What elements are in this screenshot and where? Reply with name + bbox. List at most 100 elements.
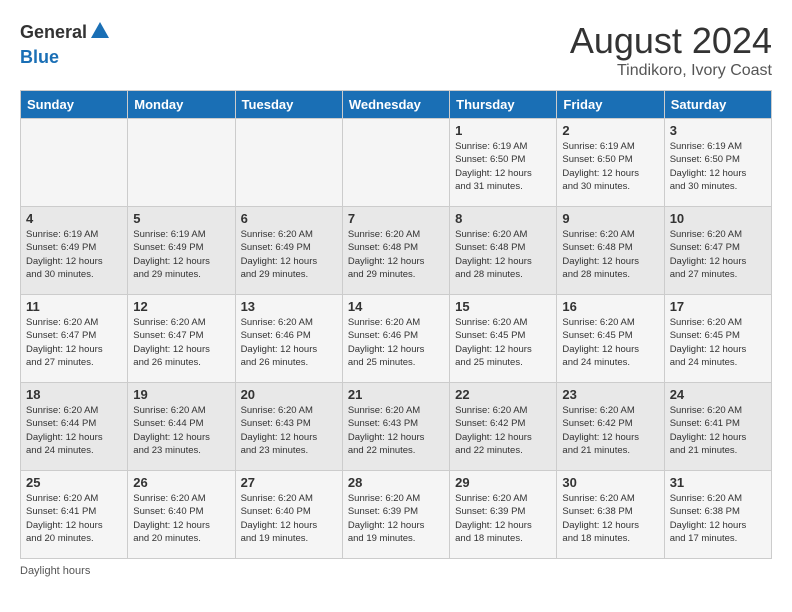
- calendar-cell: 26 Sunrise: 6:20 AM Sunset: 6:40 PM Dayli…: [128, 471, 235, 559]
- day-number: 25: [26, 475, 122, 490]
- day-number: 16: [562, 299, 658, 314]
- day-number: 30: [562, 475, 658, 490]
- calendar-cell: [128, 119, 235, 207]
- day-info: Sunrise: 6:20 AM Sunset: 6:49 PM Dayligh…: [241, 228, 337, 281]
- day-number: 19: [133, 387, 229, 402]
- day-info: Sunrise: 6:20 AM Sunset: 6:45 PM Dayligh…: [562, 316, 658, 369]
- calendar-cell: 11 Sunrise: 6:20 AM Sunset: 6:47 PM Dayli…: [21, 295, 128, 383]
- weekday-header-wednesday: Wednesday: [342, 91, 449, 119]
- calendar-cell: [342, 119, 449, 207]
- day-info: Sunrise: 6:20 AM Sunset: 6:43 PM Dayligh…: [241, 404, 337, 457]
- calendar-cell: 19Sunrise: 6:20 AM Sunset: 6:44 PM Dayli…: [128, 383, 235, 471]
- calendar-cell: 23 Sunrise: 6:20 AM Sunset: 6:42 PM Dayli…: [557, 383, 664, 471]
- day-number: 23: [562, 387, 658, 402]
- day-number: 22: [455, 387, 551, 402]
- day-number: 28: [348, 475, 444, 490]
- logo: General Blue: [20, 20, 111, 67]
- calendar-cell: 2 Sunrise: 6:19 AM Sunset: 6:50 PM Daylig…: [557, 119, 664, 207]
- day-number: 5: [133, 211, 229, 226]
- logo-text-general: General: [20, 22, 87, 42]
- day-info: Sunrise: 6:20 AM Sunset: 6:43 PM Dayligh…: [348, 404, 444, 457]
- day-number: 2: [562, 123, 658, 138]
- day-number: 9: [562, 211, 658, 226]
- weekday-header-monday: Monday: [128, 91, 235, 119]
- day-info: Sunrise: 6:20 AM Sunset: 6:45 PM Dayligh…: [455, 316, 551, 369]
- calendar-cell: [21, 119, 128, 207]
- footer-label: Daylight hours: [20, 565, 90, 577]
- day-number: 17: [670, 299, 766, 314]
- calendar-cell: 1 Sunrise: 6:19 AM Sunset: 6:50 PM Daylig…: [450, 119, 557, 207]
- calendar-cell: 21 Sunrise: 6:20 AM Sunset: 6:43 PM Dayli…: [342, 383, 449, 471]
- day-number: 11: [26, 299, 122, 314]
- calendar-cell: 5Sunrise: 6:19 AM Sunset: 6:49 PM Daylig…: [128, 207, 235, 295]
- week-row-5: 25 Sunrise: 6:20 AM Sunset: 6:41 PM Dayli…: [21, 471, 772, 559]
- day-number: 14: [348, 299, 444, 314]
- calendar-cell: 15 Sunrise: 6:20 AM Sunset: 6:45 PM Dayli…: [450, 295, 557, 383]
- calendar-cell: 13Sunrise: 6:20 AM Sunset: 6:46 PM Dayli…: [235, 295, 342, 383]
- day-number: 1: [455, 123, 551, 138]
- day-number: 6: [241, 211, 337, 226]
- day-number: 7: [348, 211, 444, 226]
- day-info: Sunrise: 6:20 AM Sunset: 6:41 PM Dayligh…: [670, 404, 766, 457]
- day-number: 10: [670, 211, 766, 226]
- day-info: Sunrise: 6:20 AM Sunset: 6:44 PM Dayligh…: [26, 404, 122, 457]
- weekday-row: SundayMondayTuesdayWednesdayThursdayFrid…: [21, 91, 772, 119]
- day-info: Sunrise: 6:20 AM Sunset: 6:47 PM Dayligh…: [26, 316, 122, 369]
- calendar-cell: 20 Sunrise: 6:20 AM Sunset: 6:43 PM Dayli…: [235, 383, 342, 471]
- day-number: 31: [670, 475, 766, 490]
- calendar-cell: 14 Sunrise: 6:20 AM Sunset: 6:46 PM Dayli…: [342, 295, 449, 383]
- calendar-cell: 25 Sunrise: 6:20 AM Sunset: 6:41 PM Dayli…: [21, 471, 128, 559]
- title-block: August 2024 Tindikoro, Ivory Coast: [570, 20, 772, 80]
- day-info: Sunrise: 6:19 AM Sunset: 6:50 PM Dayligh…: [562, 140, 658, 193]
- day-number: 15: [455, 299, 551, 314]
- day-info: Sunrise: 6:20 AM Sunset: 6:39 PM Dayligh…: [348, 492, 444, 545]
- calendar-subtitle: Tindikoro, Ivory Coast: [570, 62, 772, 80]
- calendar-table: SundayMondayTuesdayWednesdayThursdayFrid…: [20, 90, 772, 559]
- calendar-cell: 9 Sunrise: 6:20 AM Sunset: 6:48 PM Daylig…: [557, 207, 664, 295]
- day-info: Sunrise: 6:20 AM Sunset: 6:42 PM Dayligh…: [562, 404, 658, 457]
- day-info: Sunrise: 6:20 AM Sunset: 6:48 PM Dayligh…: [348, 228, 444, 281]
- footer: Daylight hours: [20, 565, 772, 577]
- calendar-cell: 22 Sunrise: 6:20 AM Sunset: 6:42 PM Dayli…: [450, 383, 557, 471]
- day-info: Sunrise: 6:20 AM Sunset: 6:42 PM Dayligh…: [455, 404, 551, 457]
- calendar-cell: 18 Sunrise: 6:20 AM Sunset: 6:44 PM Dayli…: [21, 383, 128, 471]
- day-number: 4: [26, 211, 122, 226]
- day-info: Sunrise: 6:20 AM Sunset: 6:46 PM Dayligh…: [348, 316, 444, 369]
- calendar-cell: [235, 119, 342, 207]
- day-number: 8: [455, 211, 551, 226]
- week-row-1: 1 Sunrise: 6:19 AM Sunset: 6:50 PM Daylig…: [21, 119, 772, 207]
- calendar-cell: 16 Sunrise: 6:20 AM Sunset: 6:45 PM Dayli…: [557, 295, 664, 383]
- day-number: 26: [133, 475, 229, 490]
- weekday-header-thursday: Thursday: [450, 91, 557, 119]
- weekday-header-tuesday: Tuesday: [235, 91, 342, 119]
- day-info: Sunrise: 6:19 AM Sunset: 6:50 PM Dayligh…: [670, 140, 766, 193]
- week-row-4: 18 Sunrise: 6:20 AM Sunset: 6:44 PM Dayli…: [21, 383, 772, 471]
- logo-icon: [89, 20, 111, 47]
- day-info: Sunrise: 6:20 AM Sunset: 6:48 PM Dayligh…: [562, 228, 658, 281]
- day-info: Sunrise: 6:20 AM Sunset: 6:38 PM Dayligh…: [562, 492, 658, 545]
- calendar-title: August 2024: [570, 20, 772, 62]
- day-number: 12: [133, 299, 229, 314]
- calendar-cell: 8 Sunrise: 6:20 AM Sunset: 6:48 PM Daylig…: [450, 207, 557, 295]
- day-info: Sunrise: 6:20 AM Sunset: 6:48 PM Dayligh…: [455, 228, 551, 281]
- calendar-cell: 7 Sunrise: 6:20 AM Sunset: 6:48 PM Daylig…: [342, 207, 449, 295]
- day-info: Sunrise: 6:19 AM Sunset: 6:50 PM Dayligh…: [455, 140, 551, 193]
- day-number: 29: [455, 475, 551, 490]
- day-number: 20: [241, 387, 337, 402]
- calendar-cell: 27Sunrise: 6:20 AM Sunset: 6:40 PM Dayli…: [235, 471, 342, 559]
- day-number: 18: [26, 387, 122, 402]
- day-number: 24: [670, 387, 766, 402]
- week-row-3: 11 Sunrise: 6:20 AM Sunset: 6:47 PM Dayli…: [21, 295, 772, 383]
- calendar-cell: 17Sunrise: 6:20 AM Sunset: 6:45 PM Dayli…: [664, 295, 771, 383]
- day-info: Sunrise: 6:19 AM Sunset: 6:49 PM Dayligh…: [26, 228, 122, 281]
- week-row-2: 4 Sunrise: 6:19 AM Sunset: 6:49 PM Daylig…: [21, 207, 772, 295]
- calendar-cell: 3Sunrise: 6:19 AM Sunset: 6:50 PM Daylig…: [664, 119, 771, 207]
- weekday-header-sunday: Sunday: [21, 91, 128, 119]
- day-info: Sunrise: 6:20 AM Sunset: 6:38 PM Dayligh…: [670, 492, 766, 545]
- calendar-header: SundayMondayTuesdayWednesdayThursdayFrid…: [21, 91, 772, 119]
- day-info: Sunrise: 6:20 AM Sunset: 6:41 PM Dayligh…: [26, 492, 122, 545]
- calendar-cell: 24 Sunrise: 6:20 AM Sunset: 6:41 PM Dayli…: [664, 383, 771, 471]
- day-number: 21: [348, 387, 444, 402]
- day-info: Sunrise: 6:20 AM Sunset: 6:40 PM Dayligh…: [133, 492, 229, 545]
- day-number: 27: [241, 475, 337, 490]
